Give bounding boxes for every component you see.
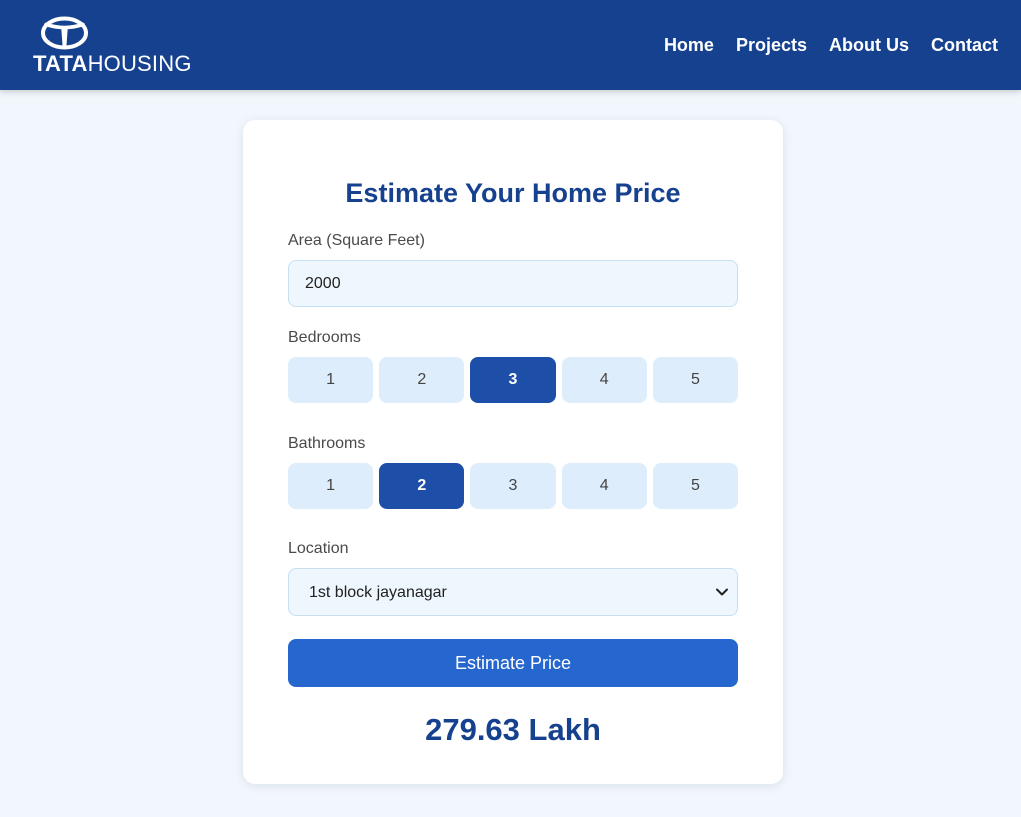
nav-link-about-us[interactable]: About Us	[829, 33, 909, 57]
location-label: Location	[288, 540, 349, 557]
page-title: Estimate Your Home Price	[345, 178, 681, 208]
nav-link-home[interactable]: Home	[664, 33, 714, 57]
bedrooms-option-2[interactable]: 2	[379, 357, 465, 403]
main-nav: Home Projects About Us Contact	[664, 33, 998, 57]
bathrooms-option-5[interactable]: 5	[652, 463, 739, 509]
area-input[interactable]	[288, 260, 738, 307]
nav-link-projects[interactable]: Projects	[736, 33, 807, 57]
price-estimator-card: Estimate Your Home Price Area (Square Fe…	[243, 120, 783, 784]
bathrooms-option-1[interactable]: 1	[288, 463, 374, 509]
brand-word-tata: TATA	[33, 51, 88, 76]
brand-word-housing: HOUSING	[87, 51, 192, 76]
bedrooms-option-4[interactable]: 4	[561, 357, 647, 403]
chevron-down-icon	[716, 588, 728, 596]
bathrooms-option-3[interactable]: 3	[470, 463, 556, 509]
bedrooms-option-1[interactable]: 1	[288, 357, 374, 403]
estimate-price-button[interactable]: Estimate Price	[288, 639, 738, 687]
top-navbar: TATAHOUSING Home Projects About Us Conta…	[0, 0, 1021, 90]
bedrooms-option-5[interactable]: 5	[652, 357, 739, 403]
location-selected-value: 1st block jayanagar	[309, 584, 447, 601]
bathrooms-option-4[interactable]: 4	[561, 463, 647, 509]
bedrooms-label: Bedrooms	[288, 329, 361, 346]
bedrooms-option-3[interactable]: 3	[470, 357, 556, 403]
nav-link-contact[interactable]: Contact	[931, 33, 998, 57]
bathrooms-option-2[interactable]: 2	[379, 463, 465, 509]
area-label: Area (Square Feet)	[288, 232, 425, 249]
location-select[interactable]: 1st block jayanagar	[288, 568, 738, 616]
brand-wordmark: TATAHOUSING	[33, 52, 192, 76]
tata-housing-logo[interactable]: TATAHOUSING	[33, 14, 203, 78]
tata-logo-icon	[41, 16, 88, 50]
bathrooms-options: 1 2 3 4 5	[288, 463, 739, 509]
bedrooms-options: 1 2 3 4 5	[288, 357, 739, 403]
bathrooms-label: Bathrooms	[288, 435, 366, 452]
estimated-price-result: 279.63 Lakh	[425, 712, 601, 747]
